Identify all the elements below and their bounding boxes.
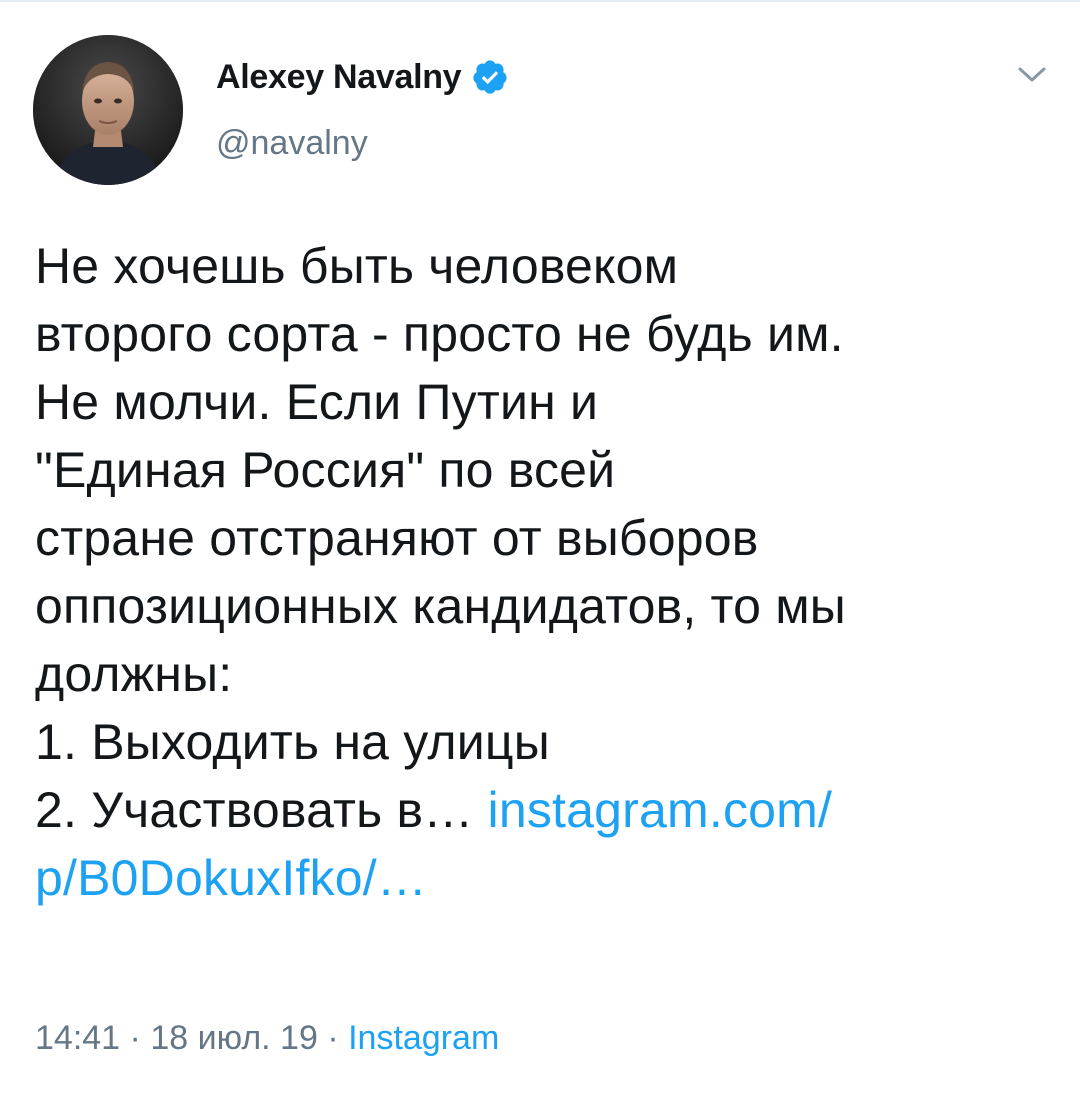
tweet-line: оппозиционных кандидатов, то мы — [35, 578, 846, 634]
tweet-time[interactable]: 14:41 — [35, 1019, 120, 1057]
tweet-line: "Единая Россия" по всей — [35, 442, 616, 498]
verified-badge-icon — [471, 58, 509, 96]
tweet-line: Не молчи. Если Путин и — [35, 374, 599, 430]
tweet-line-with-link: 2. Участвовать в… instagram.com/ — [35, 776, 1055, 844]
author-handle[interactable]: @navalny — [216, 124, 368, 163]
tweet-line: 1. Выходить на улицы — [35, 714, 550, 770]
tweet-line: второго сорта - просто не будь им. — [35, 306, 844, 362]
instagram-link-part2[interactable]: p/B0DokuxIfko/… — [35, 850, 427, 906]
chevron-down-icon[interactable] — [1012, 60, 1052, 90]
tweet-line: стране отстраняют от выборов — [35, 510, 759, 566]
author-name-row[interactable]: Alexey Navalny — [216, 55, 509, 99]
tweet-source-link[interactable]: Instagram — [348, 1019, 499, 1057]
tweet-line-link: p/B0DokuxIfko/… — [35, 844, 1055, 912]
meta-separator: · — [317, 1019, 349, 1057]
instagram-link-part1[interactable]: instagram.com/ — [488, 782, 833, 838]
tweet-meta: 14:41 · 18 июл. 19 · Instagram — [35, 1019, 499, 1058]
meta-separator: · — [120, 1019, 151, 1057]
tweet-line: должны: — [35, 646, 233, 702]
tweet-line-text: 2. Участвовать в… — [35, 782, 488, 838]
author-display-name[interactable]: Alexey Navalny — [216, 58, 462, 97]
tweet-line: Не хочешь быть человеком — [35, 238, 679, 294]
avatar[interactable] — [33, 35, 183, 185]
tweet-date[interactable]: 18 июл. 19 — [150, 1019, 318, 1057]
tweet-text: Не хочешь быть человеком второго сорта -… — [35, 232, 1055, 912]
profile-photo-icon — [33, 35, 183, 185]
top-divider — [0, 0, 1080, 2]
